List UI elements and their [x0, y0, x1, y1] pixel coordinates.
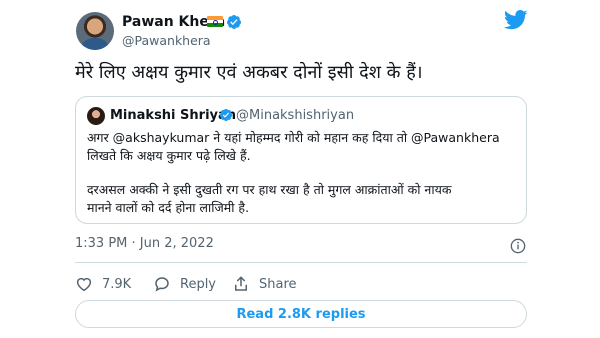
info-icon[interactable] — [510, 238, 526, 254]
share-button[interactable]: Share — [232, 274, 297, 294]
quote-line: दरअसल अक्की ने इसी दुखती रग पर हाथ रखा ह… — [87, 182, 452, 197]
quote-author-handle[interactable]: @Minakshishriyan — [236, 108, 354, 123]
quote-line: मानने वालों को दर्द होना लाजिमी है. — [87, 200, 250, 215]
reply-label: Reply — [180, 276, 217, 292]
like-button[interactable]: 7.9K — [75, 274, 131, 294]
tweet-timestamp[interactable]: 1:33 PM · Jun 2, 2022 — [75, 236, 214, 251]
quote-avatar[interactable] — [87, 107, 105, 125]
share-label: Share — [259, 276, 297, 292]
heart-icon — [76, 277, 92, 292]
quoted-tweet[interactable]: Minakshi Shriyan @Minakshishriyan अगर @a… — [75, 96, 527, 224]
share-icon — [235, 276, 247, 291]
tweet-text: मेरे लिए अक्षय कुमार एवं अकबर दोनों इसी … — [75, 62, 423, 83]
quote-text: अगर @akshaykumar ने यहां मोहम्मद गोरी को… — [87, 129, 519, 233]
reply-button[interactable]: Reply — [153, 274, 216, 294]
verified-badge-icon — [227, 15, 241, 29]
divider — [75, 262, 527, 263]
read-replies-button[interactable]: Read 2.8K replies — [75, 300, 527, 328]
twitter-bird-icon[interactable] — [504, 10, 528, 30]
india-flag-icon — [207, 16, 223, 27]
tweet-card: Pawan Khera @Pawankhera मेरे लिए अक्षय क… — [0, 0, 600, 338]
author-handle[interactable]: @Pawankhera — [122, 33, 211, 48]
quote-line: लिखते कि अक्षय कुमार पढ़े लिखे हैं. — [87, 148, 251, 163]
verified-badge-icon — [219, 108, 233, 122]
reply-icon — [155, 277, 169, 292]
quote-author-name[interactable]: Minakshi Shriyan — [110, 108, 236, 123]
like-count: 7.9K — [102, 276, 132, 292]
avatar[interactable] — [76, 12, 114, 50]
quote-line: अगर @akshaykumar ने यहां मोहम्मद गोरी को… — [87, 130, 500, 145]
